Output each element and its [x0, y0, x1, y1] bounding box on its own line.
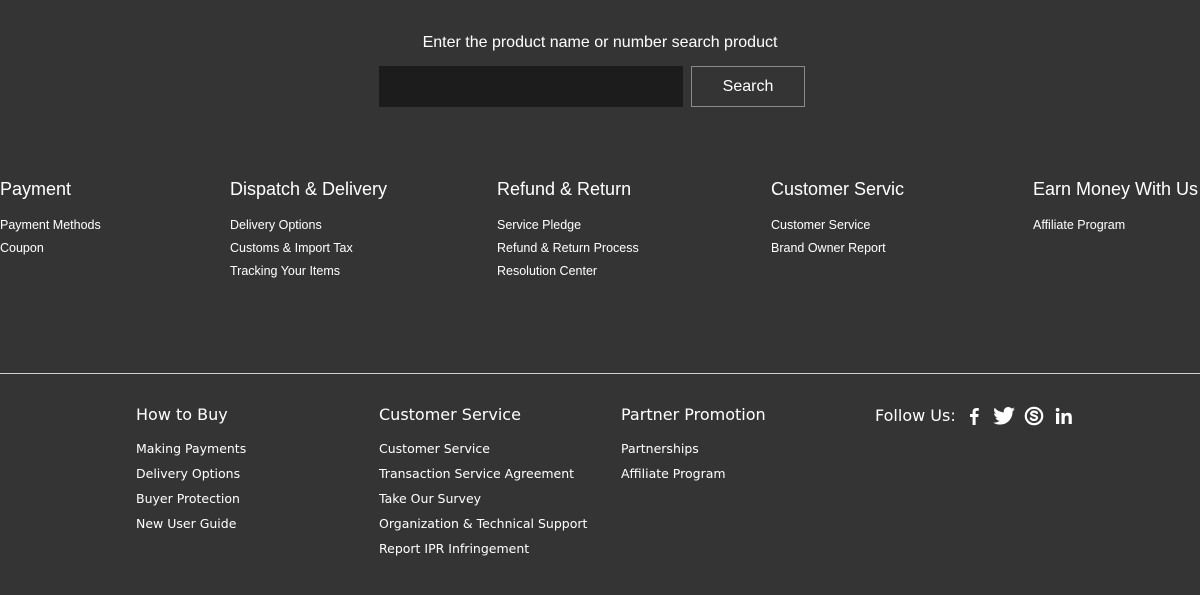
link-delivery-options[interactable]: Delivery Options	[136, 461, 246, 486]
link-affiliate-program[interactable]: Affiliate Program	[1033, 214, 1198, 237]
twitter-icon[interactable]	[992, 404, 1016, 428]
follow-us: Follow Us:	[875, 404, 1082, 428]
search-button[interactable]: Search	[691, 66, 805, 107]
bottom-column-how-to-buy: How to Buy Making Payments Delivery Opti…	[136, 404, 246, 536]
link-brand-owner-report[interactable]: Brand Owner Report	[771, 237, 904, 260]
column-title-customer-servic: Customer Servic	[771, 179, 905, 199]
search-title: Enter the product name or number search …	[422, 34, 778, 51]
column-title-dispatch-delivery: Dispatch & Delivery	[230, 179, 388, 199]
link-resolution-center[interactable]: Resolution Center	[497, 260, 639, 283]
column-title-how-to-buy: How to Buy	[136, 405, 228, 424]
top-column-customer-service: Customer Servic Customer Service Brand O…	[771, 178, 904, 260]
link-partnerships[interactable]: Partnerships	[621, 436, 766, 461]
column-title-payment: Payment	[0, 179, 72, 199]
column-title-partner-promotion: Partner Promotion	[621, 405, 766, 424]
link-coupon[interactable]: Coupon	[0, 237, 101, 260]
link-service-pledge[interactable]: Service Pledge	[497, 214, 639, 237]
link-report-ipr-infringement[interactable]: Report IPR Infringement	[379, 536, 587, 561]
follow-us-label: Follow Us:	[875, 406, 956, 425]
link-tracking-your-items[interactable]: Tracking Your Items	[230, 260, 387, 283]
link-new-user-guide[interactable]: New User Guide	[136, 511, 246, 536]
link-buyer-protection[interactable]: Buyer Protection	[136, 486, 246, 511]
link-customs-import-tax[interactable]: Customs & Import Tax	[230, 237, 387, 260]
facebook-icon[interactable]	[962, 404, 986, 428]
link-refund-return-process[interactable]: Refund & Return Process	[497, 237, 639, 260]
column-title-refund-return: Refund & Return	[497, 179, 632, 199]
link-making-payments[interactable]: Making Payments	[136, 436, 246, 461]
link-affiliate-program[interactable]: Affiliate Program	[621, 461, 766, 486]
link-payment-methods[interactable]: Payment Methods	[0, 214, 101, 237]
column-title-customer-service: Customer Service	[379, 405, 521, 424]
linkedin-icon[interactable]	[1052, 404, 1076, 428]
footer-divider	[0, 373, 1200, 374]
link-customer-service[interactable]: Customer Service	[379, 436, 587, 461]
link-take-our-survey[interactable]: Take Our Survey	[379, 486, 587, 511]
top-column-dispatch-delivery: Dispatch & Delivery Delivery Options Cus…	[230, 178, 387, 283]
bottom-column-customer-service: Customer Service Customer Service Transa…	[379, 404, 587, 561]
top-column-refund-return: Refund & Return Service Pledge Refund & …	[497, 178, 639, 283]
skype-icon[interactable]	[1022, 404, 1046, 428]
link-transaction-service-agreement[interactable]: Transaction Service Agreement	[379, 461, 587, 486]
column-title-earn-money: Earn Money With Us	[1033, 179, 1199, 199]
top-column-earn-money: Earn Money With Us Affiliate Program	[1033, 178, 1198, 237]
search-input[interactable]	[379, 66, 683, 107]
link-customer-service[interactable]: Customer Service	[771, 214, 904, 237]
link-organization-technical-support[interactable]: Organization & Technical Support	[379, 511, 587, 536]
link-delivery-options[interactable]: Delivery Options	[230, 214, 387, 237]
bottom-column-partner-promotion: Partner Promotion Partnerships Affiliate…	[621, 404, 766, 486]
top-column-payment: Payment Payment Methods Coupon	[0, 178, 101, 260]
